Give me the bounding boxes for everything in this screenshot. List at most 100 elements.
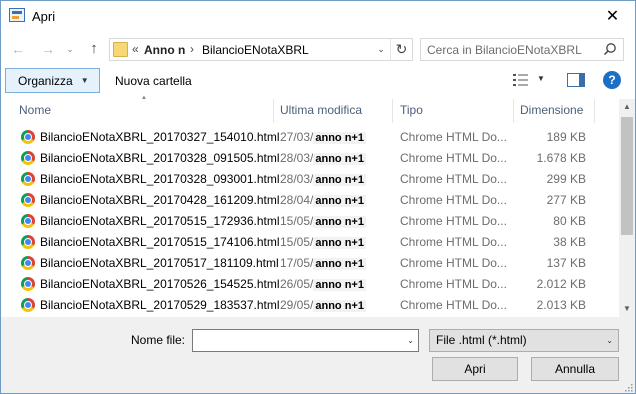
file-size: 189 KB <box>546 130 586 144</box>
help-icon[interactable]: ? <box>603 71 621 89</box>
file-type: Chrome HTML Do... <box>400 172 507 186</box>
file-size: 137 KB <box>546 256 586 270</box>
file-type: Chrome HTML Do... <box>400 214 507 228</box>
file-modified: 15/05/anno n+1 <box>280 214 366 228</box>
back-arrow-icon[interactable]: ← <box>7 39 29 59</box>
chrome-file-icon <box>21 298 35 312</box>
file-type: Chrome HTML Do... <box>400 235 507 249</box>
file-modified: 28/04/anno n+1 <box>280 193 366 207</box>
file-size: 2.012 KB <box>536 277 586 291</box>
search-box[interactable] <box>420 38 624 61</box>
folder-icon <box>113 42 128 57</box>
file-name: BilancioENotaXBRL_20170428_161209.html <box>40 193 280 207</box>
column-divider[interactable] <box>392 99 393 123</box>
window-title: Apri <box>32 9 56 24</box>
file-type: Chrome HTML Do... <box>400 193 507 207</box>
file-modified-date: 15/05/ <box>280 214 314 228</box>
app-icon <box>9 8 25 22</box>
filetype-select[interactable]: File .html (*.html) ⌄ <box>429 329 619 352</box>
file-size: 299 KB <box>546 172 586 186</box>
column-header-modified[interactable]: Ultima modifica <box>274 99 362 123</box>
file-row[interactable]: BilancioENotaXBRL_20170526_154525.html 2… <box>1 273 619 294</box>
chrome-file-icon <box>21 151 35 165</box>
filename-label: Nome file: <box>131 333 186 347</box>
dialog-footer: Nome file: ⌄ File .html (*.html) ⌄ Apri … <box>1 317 635 393</box>
breadcrumb-overflow[interactable]: « <box>132 42 139 56</box>
chrome-file-icon <box>21 193 35 207</box>
scroll-up-icon[interactable]: ▲ <box>619 99 635 115</box>
scroll-thumb[interactable] <box>621 117 633 235</box>
close-icon[interactable]: ✕ <box>590 1 635 31</box>
view-options-chevron-icon[interactable]: ▼ <box>537 74 545 83</box>
file-modified-year: anno n+1 <box>313 153 366 165</box>
scroll-down-icon[interactable]: ▼ <box>619 301 635 317</box>
file-modified-year: anno n+1 <box>313 237 366 249</box>
file-modified: 15/05/anno n+1 <box>280 235 366 249</box>
file-modified: 29/05/anno n+1 <box>280 298 366 312</box>
chrome-file-icon <box>21 256 35 270</box>
chrome-file-icon <box>21 214 35 228</box>
file-name: BilancioENotaXBRL_20170529_183537.html <box>40 298 280 312</box>
file-modified: 26/05/anno n+1 <box>280 277 366 291</box>
file-name: BilancioENotaXBRL_20170517_181109.html <box>40 256 279 270</box>
file-name: BilancioENotaXBRL_20170526_154525.html <box>40 277 280 291</box>
filetype-value: File .html (*.html) <box>436 333 527 347</box>
file-modified-year: anno n+1 <box>313 132 366 144</box>
file-row[interactable]: BilancioENotaXBRL_20170428_161209.html 2… <box>1 189 619 210</box>
file-row[interactable]: BilancioENotaXBRL_20170515_174106.html 1… <box>1 231 619 252</box>
filename-history-chevron-icon[interactable]: ⌄ <box>407 336 414 345</box>
file-modified-year: anno n+1 <box>313 258 366 270</box>
column-header-type[interactable]: Tipo <box>394 99 423 123</box>
forward-arrow-icon[interactable]: → <box>37 39 59 59</box>
vertical-scrollbar[interactable]: ▲ ▼ <box>619 99 635 317</box>
filename-combobox[interactable]: ⌄ <box>192 329 419 352</box>
address-bar[interactable]: « Anno n › BilancioENotaXBRL ⌄ ↻ <box>109 38 413 61</box>
file-modified-year: anno n+1 <box>313 279 366 291</box>
file-modified-year: anno n+1 <box>313 216 366 228</box>
file-modified-date: 26/05/ <box>280 277 314 291</box>
breadcrumb-item-anno[interactable]: Anno n <box>144 43 185 57</box>
search-icon[interactable] <box>603 42 617 56</box>
up-arrow-icon[interactable]: ↑ <box>83 39 105 59</box>
file-modified-date: 28/04/ <box>280 193 314 207</box>
file-row[interactable]: BilancioENotaXBRL_20170529_183537.html 2… <box>1 294 619 315</box>
refresh-icon[interactable]: ↻ <box>390 39 412 60</box>
preview-pane-icon[interactable] <box>567 73 585 87</box>
recent-locations-chevron-icon[interactable]: ⌄ <box>63 39 77 59</box>
search-input[interactable] <box>427 42 597 58</box>
open-button[interactable]: Apri <box>432 357 518 381</box>
address-dropdown-icon[interactable]: ⌄ <box>372 39 390 60</box>
breadcrumb-separator[interactable]: › <box>190 42 194 56</box>
cancel-button[interactable]: Annulla <box>531 357 619 381</box>
file-modified-year: anno n+1 <box>313 300 366 312</box>
column-divider[interactable] <box>594 99 595 123</box>
organize-button[interactable]: Organizza ▼ <box>5 68 100 93</box>
file-row[interactable]: BilancioENotaXBRL_20170328_093001.html 2… <box>1 168 619 189</box>
column-header-size[interactable]: Dimensione <box>514 99 583 123</box>
view-icon[interactable] <box>512 73 530 87</box>
file-row[interactable]: BilancioENotaXBRL_20170517_181109.html 1… <box>1 252 619 273</box>
breadcrumb-item-current[interactable]: BilancioENotaXBRL <box>202 43 309 57</box>
file-name: BilancioENotaXBRL_20170328_091505.html <box>40 151 280 165</box>
chrome-file-icon <box>21 130 35 144</box>
file-size: 1.678 KB <box>536 151 586 165</box>
resize-grip-icon[interactable] <box>623 382 633 392</box>
new-folder-button[interactable]: Nuova cartella <box>115 74 192 88</box>
column-header-name[interactable]: Nome <box>13 99 51 123</box>
title-bar[interactable]: Apri ✕ <box>1 1 635 31</box>
file-row[interactable]: BilancioENotaXBRL_20170328_091505.html 2… <box>1 147 619 168</box>
organize-label: Organizza <box>18 73 73 88</box>
file-list: BilancioENotaXBRL_20170327_154010.html 2… <box>1 126 619 316</box>
file-size: 80 KB <box>553 214 586 228</box>
filename-input[interactable] <box>197 333 392 349</box>
file-type: Chrome HTML Do... <box>400 277 507 291</box>
file-modified: 28/03/anno n+1 <box>280 172 366 186</box>
chevron-down-icon: ⌄ <box>606 336 613 345</box>
file-name: BilancioENotaXBRL_20170515_172936.html <box>40 214 280 228</box>
file-modified: 27/03/anno n+1 <box>280 130 366 144</box>
file-modified-date: 27/03/ <box>280 130 314 144</box>
file-row[interactable]: BilancioENotaXBRL_20170515_172936.html 1… <box>1 210 619 231</box>
file-row[interactable]: BilancioENotaXBRL_20170327_154010.html 2… <box>1 126 619 147</box>
file-modified-date: 28/03/ <box>280 172 314 186</box>
chevron-down-icon: ▼ <box>80 76 89 85</box>
